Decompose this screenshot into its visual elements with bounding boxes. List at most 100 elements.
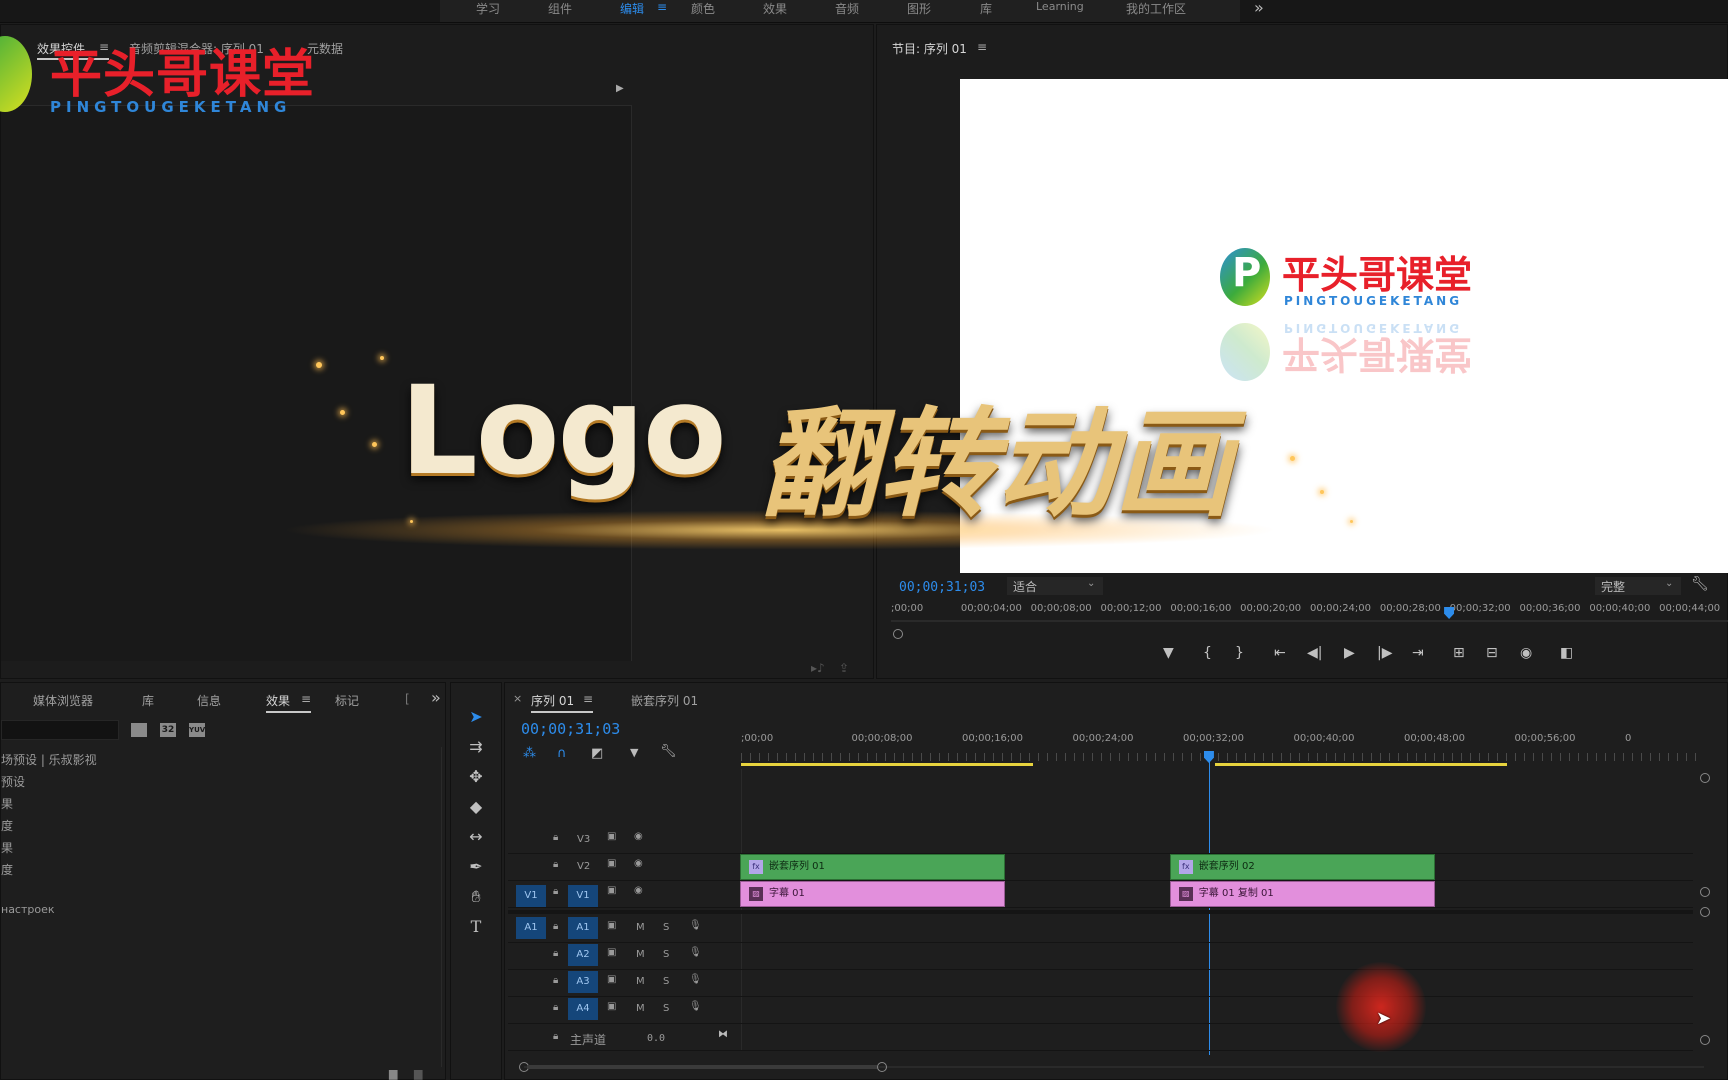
timeline-playhead[interactable] xyxy=(1203,751,1214,763)
source-patch-v1[interactable]: V1 xyxy=(516,885,546,907)
sync-lock-icon[interactable]: ▣ xyxy=(607,858,616,869)
zoom-scroll-handle[interactable] xyxy=(893,629,903,639)
timeline-ruler[interactable]: ;00;00 00;00;08;00 00;00;16;00 00;00;24;00 0… xyxy=(741,733,1696,755)
mic-icon[interactable]: 🎙︎ xyxy=(689,974,702,985)
tab-sequence-01[interactable]: 序列 01 xyxy=(531,692,574,709)
mark-out-icon[interactable]: } xyxy=(1235,645,1244,661)
lock-icon[interactable]: 🔒︎ xyxy=(553,832,558,843)
sync-lock-icon[interactable]: ▣ xyxy=(607,885,616,896)
vscroll-handle-mid2[interactable] xyxy=(1700,907,1710,917)
program-monitor-menu-icon[interactable]: ≡ xyxy=(977,40,987,54)
collapse-arrow-icon[interactable]: ▶ xyxy=(616,83,624,94)
workspace-tab-assembly[interactable]: 组件 xyxy=(548,0,572,17)
mic-icon[interactable]: 🎙︎ xyxy=(689,947,702,958)
master-volume-value[interactable]: 0.0 xyxy=(647,1033,665,1044)
tab-markers[interactable]: 标记 xyxy=(335,692,359,709)
workspace-tab-editing[interactable]: 编辑 xyxy=(620,0,644,17)
camera-icon[interactable]: ◉ xyxy=(1520,645,1532,661)
mic-icon[interactable]: 🎙︎ xyxy=(689,920,702,931)
workspace-tab-effects[interactable]: 效果 xyxy=(763,0,787,17)
insert-nest-icon[interactable]: ◩ xyxy=(591,746,603,761)
nested-sequence-clip[interactable]: fx 嵌套序列 01 xyxy=(740,854,1006,880)
yuv-effects-icon[interactable]: YUV xyxy=(189,723,205,737)
solo-button[interactable]: S xyxy=(663,949,669,960)
solo-button[interactable]: S xyxy=(663,1003,669,1014)
effects-folder-settings[interactable]: настроек xyxy=(1,903,55,916)
fit-dropdown[interactable]: 适合 ⌄ xyxy=(1007,577,1103,595)
work-area-bar[interactable] xyxy=(1215,763,1507,766)
delete-icon[interactable]: ▆ xyxy=(414,1067,422,1080)
tab-libraries[interactable]: 库 xyxy=(142,692,154,709)
sync-lock-icon[interactable]: ▣ xyxy=(607,947,616,958)
timeline-marker-icon[interactable]: ▼ xyxy=(630,746,638,759)
tab-nested-sequence-01[interactable]: 嵌套序列 01 xyxy=(631,692,698,709)
timeline-vscroll[interactable] xyxy=(1699,773,1711,1057)
play-icon[interactable]: ▶ xyxy=(1344,645,1355,661)
nested-sequence-clip[interactable]: fx 嵌套序列 02 xyxy=(1169,854,1436,880)
eye-icon[interactable]: ◉ xyxy=(634,858,643,869)
accelerated-effects-icon[interactable] xyxy=(131,723,147,737)
go-to-in-icon[interactable]: ⇤ xyxy=(1274,645,1286,661)
work-area-bar[interactable] xyxy=(741,763,1033,766)
vscroll-handle-top[interactable] xyxy=(1700,773,1710,783)
lock-icon[interactable]: 🔒︎ xyxy=(553,1002,558,1013)
eye-icon[interactable]: ◉ xyxy=(634,831,643,842)
workspace-overflow-icon[interactable]: » xyxy=(1254,0,1264,17)
workspace-tab-libraries[interactable]: 库 xyxy=(980,0,992,17)
mute-button[interactable]: M xyxy=(636,922,645,933)
compare-view-icon[interactable]: ◧ xyxy=(1560,645,1573,661)
title-clip[interactable]: ▨ 字幕 01 xyxy=(740,881,1006,907)
title-clip[interactable]: ▨ 字幕 01 复制 01 xyxy=(1169,881,1436,907)
add-marker-icon[interactable]: ▼ xyxy=(1163,645,1174,661)
effects-folder-presets[interactable]: 预设 xyxy=(1,773,25,790)
mute-button[interactable]: M xyxy=(636,1003,645,1014)
track-target-a3[interactable]: A3 xyxy=(568,971,598,993)
go-to-out-icon[interactable]: ⇥ xyxy=(1412,645,1424,661)
effects-folder-3[interactable]: 果 xyxy=(1,839,13,856)
solo-button[interactable]: S xyxy=(663,976,669,987)
new-bin-icon[interactable]: ▆ xyxy=(389,1067,397,1080)
sync-lock-icon[interactable]: ▣ xyxy=(607,1001,616,1012)
effects-folder-preset[interactable]: 场预设 | 乐叔影视 xyxy=(1,751,97,768)
lock-icon[interactable]: 🔒︎ xyxy=(553,921,558,932)
effects-folder-1[interactable]: 果 xyxy=(1,795,13,812)
mute-button[interactable]: M xyxy=(636,949,645,960)
lock-icon[interactable]: 🔒︎ xyxy=(553,1031,558,1042)
effects-tab-menu-icon[interactable]: ≡ xyxy=(301,692,311,706)
track-target-a4[interactable]: A4 xyxy=(568,998,598,1020)
lock-icon[interactable]: 🔒︎ xyxy=(553,859,558,870)
master-end-icon[interactable]: ⧓ xyxy=(718,1029,728,1040)
mark-in-icon[interactable]: { xyxy=(1203,645,1212,661)
linked-selection-icon[interactable]: ∩ xyxy=(557,746,567,761)
workspace-tab-learn[interactable]: 学习 xyxy=(476,0,500,17)
tab-effects[interactable]: 效果 xyxy=(266,692,290,709)
pen-tool-icon[interactable]: ✒ xyxy=(463,855,489,879)
workspace-menu-icon[interactable]: ≡ xyxy=(657,0,667,14)
snap-icon[interactable]: ⁂ xyxy=(523,746,536,761)
sequence-tab-menu-icon[interactable]: ≡ xyxy=(583,692,593,706)
slip-tool-icon[interactable]: ↔ xyxy=(463,825,489,849)
lock-icon[interactable]: 🔒︎ xyxy=(553,948,558,959)
lock-icon[interactable]: 🔒︎ xyxy=(553,886,558,897)
track-target-a2[interactable]: A2 xyxy=(568,944,598,966)
ripple-edit-tool-icon[interactable]: ✥ xyxy=(463,765,489,789)
timeline-hscroll[interactable] xyxy=(519,1061,1709,1073)
timeline-timecode[interactable]: 00;00;31;03 xyxy=(521,720,620,738)
timeline-settings-wrench-icon[interactable]: 🔧︎ xyxy=(660,744,677,759)
razor-tool-icon[interactable]: ◆ xyxy=(463,795,489,819)
selection-tool-icon[interactable]: ➤ xyxy=(463,705,489,729)
eye-icon[interactable]: ◉ xyxy=(634,885,643,896)
program-timecode[interactable]: 00;00;31;03 xyxy=(899,580,985,595)
source-patch-a1[interactable]: A1 xyxy=(516,917,546,939)
step-forward-icon[interactable]: |▶ xyxy=(1377,645,1392,661)
workspace-tab-graphics[interactable]: 图形 xyxy=(907,0,931,17)
tab-media-browser[interactable]: 媒体浏览器 xyxy=(33,692,93,709)
sync-lock-icon[interactable]: ▣ xyxy=(607,831,616,842)
hscroll-handle-right[interactable] xyxy=(877,1062,887,1072)
lift-icon[interactable]: ⊞ xyxy=(1453,645,1465,661)
hscroll-thumb[interactable] xyxy=(527,1065,877,1069)
export-frame-icon[interactable]: ▸♪ xyxy=(811,661,825,675)
effects-folder-2[interactable]: 度 xyxy=(1,817,13,834)
workspace-tab-color[interactable]: 颜色 xyxy=(691,0,715,17)
sync-lock-icon[interactable]: ▣ xyxy=(607,974,616,985)
